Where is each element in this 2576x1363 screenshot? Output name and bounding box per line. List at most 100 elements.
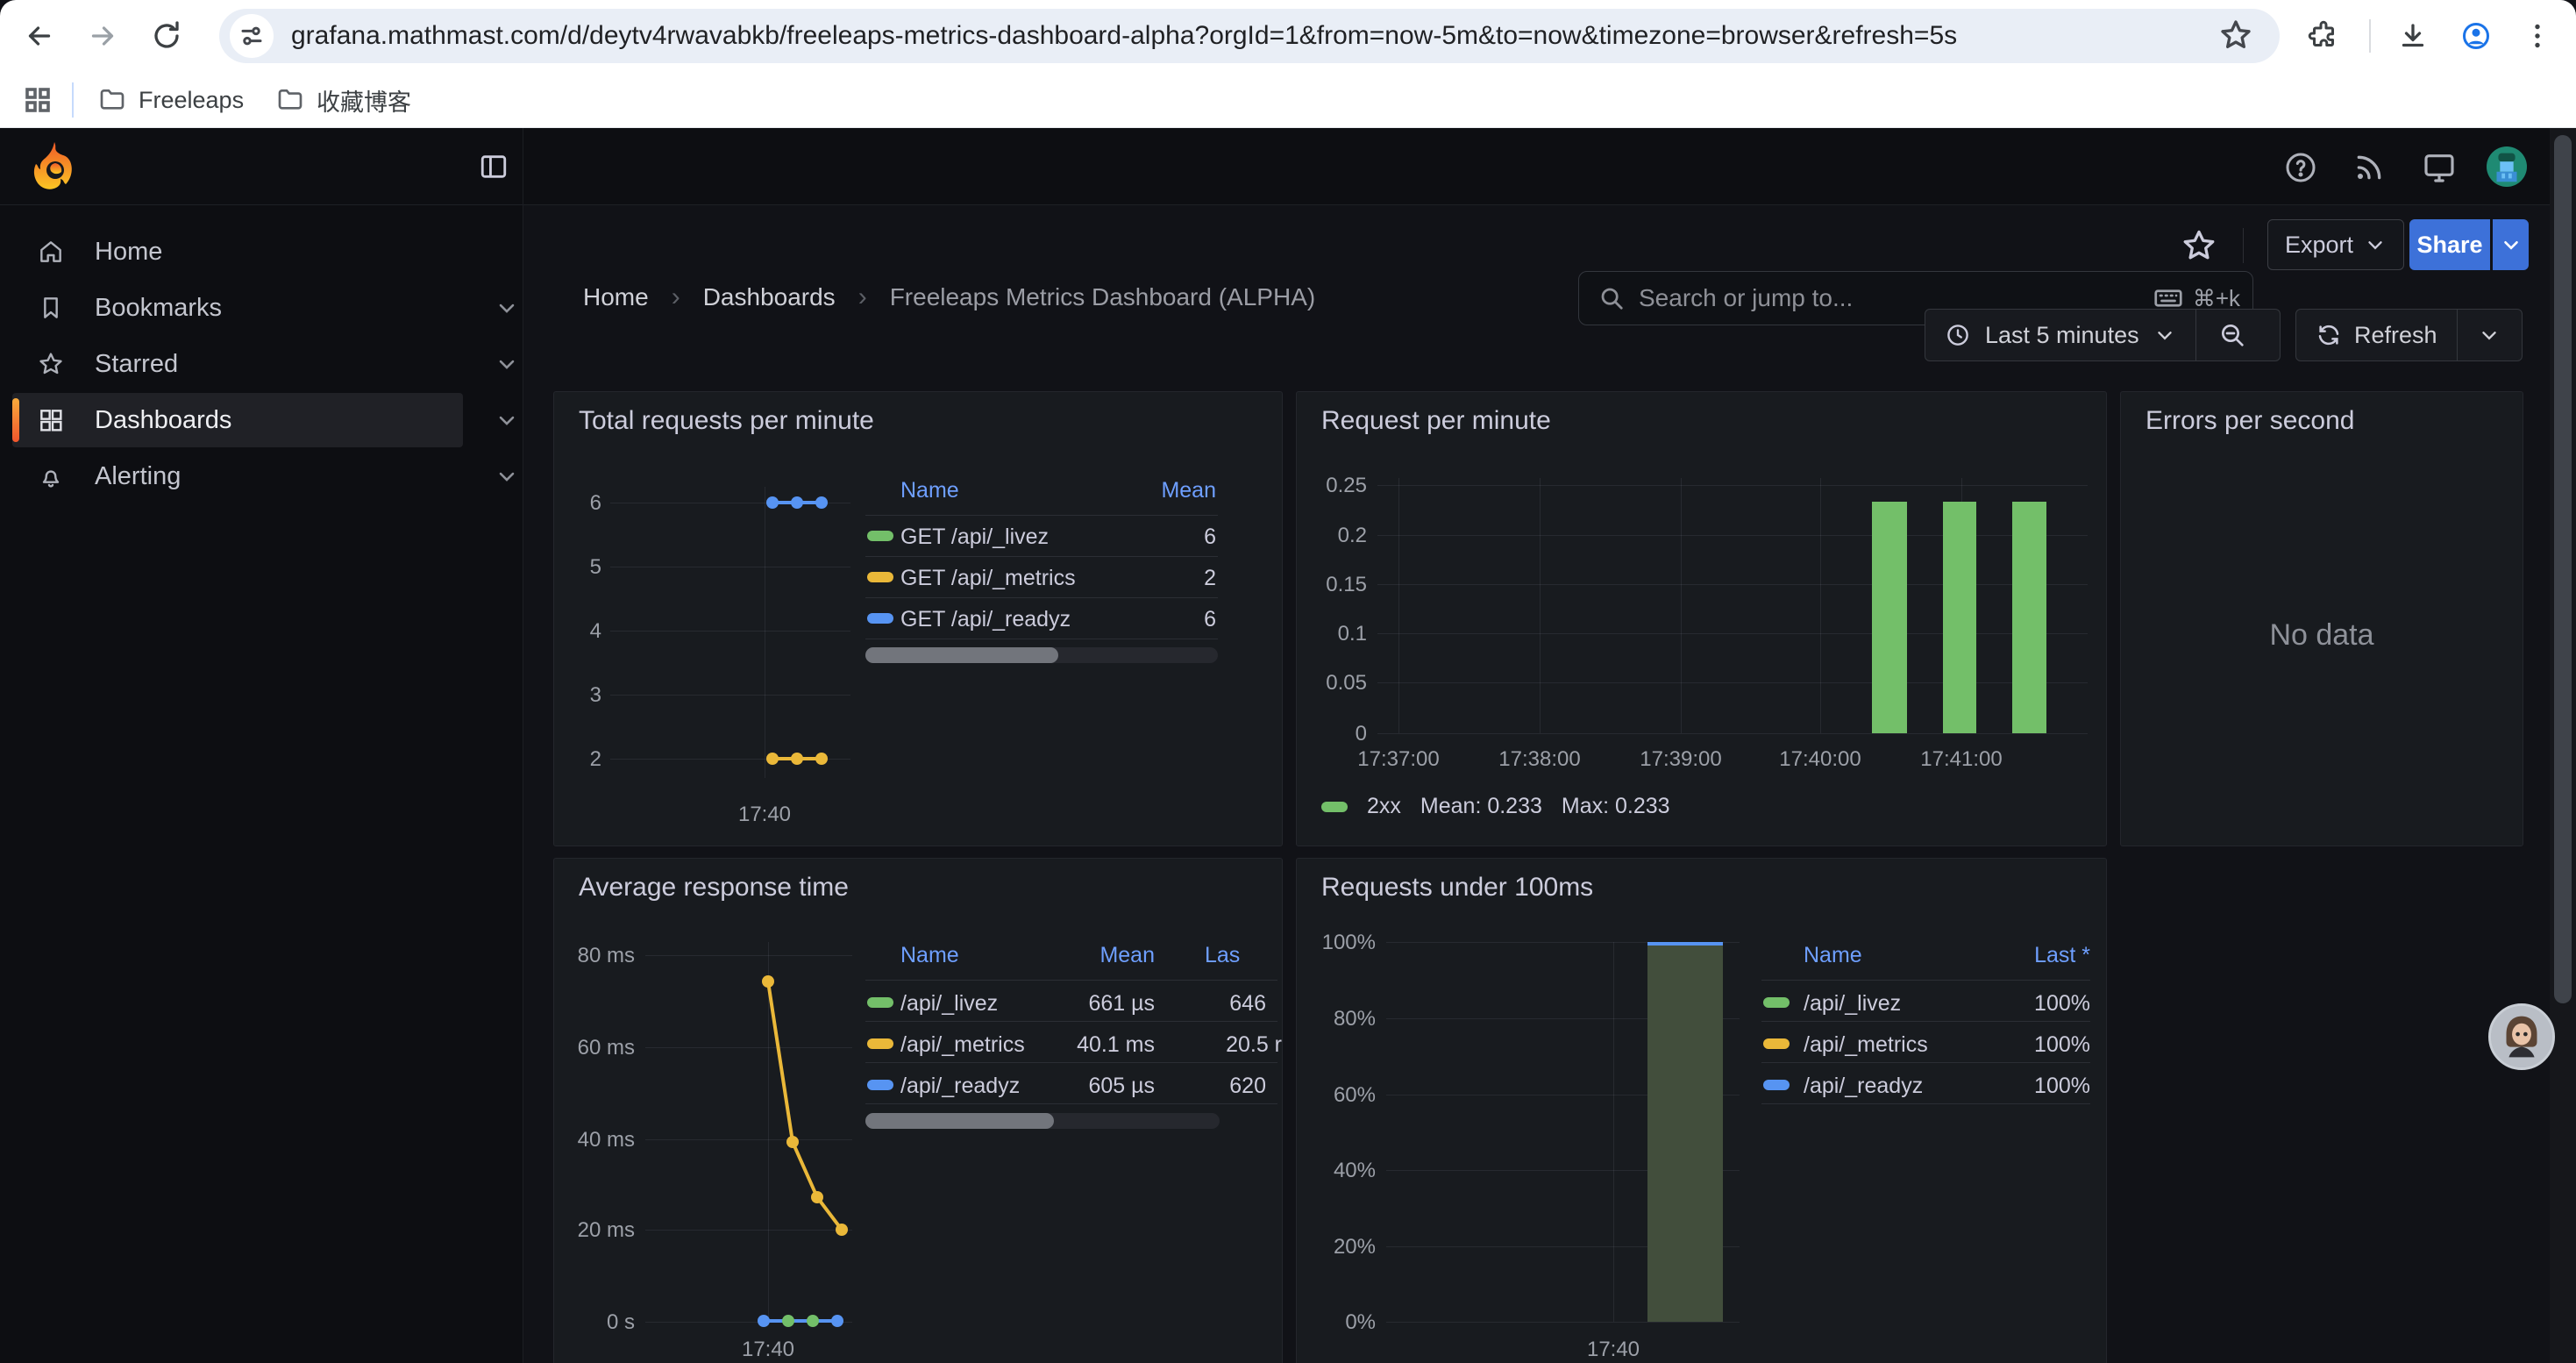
legend-header-mean[interactable]: Mean: [979, 943, 1155, 968]
back-icon[interactable]: [18, 14, 61, 58]
legend-pill[interactable]: [867, 997, 893, 1008]
breadcrumb-dashboards[interactable]: Dashboards: [703, 283, 836, 311]
bar-2xx[interactable]: [1943, 502, 1976, 733]
legend-value: 6: [865, 607, 1216, 632]
legend-header-name[interactable]: Name: [900, 943, 959, 968]
x-tick: 17:40: [721, 803, 808, 827]
legend-pill[interactable]: [867, 1038, 893, 1049]
url-bar[interactable]: grafana.mathmast.com/d/deytv4rwavabkb/fr…: [219, 9, 2280, 63]
data-point: [815, 753, 828, 765]
download-icon[interactable]: [2391, 14, 2435, 58]
x-tick: 17:40:00: [1750, 747, 1890, 772]
legend-series[interactable]: 2xx: [1367, 794, 1401, 819]
panel-title[interactable]: Total requests per minute: [579, 406, 874, 436]
apps-grid-icon[interactable]: [16, 78, 60, 122]
refresh-button[interactable]: Refresh: [2296, 322, 2457, 349]
panel-requests-under-100ms[interactable]: Requests under 100ms 100% 80% 60% 40% 20…: [1296, 858, 2107, 1363]
time-range-label: Last 5 minutes: [1985, 322, 2139, 349]
bookmark-folder-blogs[interactable]: 收藏博客: [276, 81, 411, 119]
legend-pill[interactable]: [1321, 802, 1348, 812]
y-tick: 3: [568, 683, 601, 708]
browser-menu-icon[interactable]: [2516, 14, 2559, 58]
breadcrumb-separator: ›: [858, 282, 867, 312]
legend-header-name[interactable]: Name: [1804, 943, 1862, 968]
user-avatar[interactable]: [2487, 146, 2527, 187]
panel-title[interactable]: Errors per second: [2145, 406, 2354, 436]
legend-name[interactable]: /api/_metrics: [1804, 1032, 1928, 1058]
news-rss-icon[interactable]: [2352, 150, 2387, 185]
panel-errors-per-second[interactable]: Errors per second No data: [2120, 391, 2523, 846]
chevron-down-icon[interactable]: [495, 352, 519, 376]
sidebar-item-dashboards[interactable]: Dashboards: [12, 393, 463, 447]
bar-2xx[interactable]: [1872, 502, 1907, 733]
share-menu-button[interactable]: [2493, 219, 2529, 270]
chevron-down-icon[interactable]: [495, 464, 519, 489]
time-range-picker[interactable]: Last 5 minutes: [1925, 322, 2195, 349]
sidebar-item-bookmarks[interactable]: Bookmarks: [12, 281, 463, 335]
page-scrollbar-thumb[interactable]: [2554, 135, 2572, 1003]
bookmark-star-icon[interactable]: [2218, 18, 2255, 54]
gridline-h: [1377, 733, 2088, 734]
legend-name[interactable]: /api/_livez: [1804, 991, 1901, 1017]
forward-icon[interactable]: [81, 14, 125, 58]
help-icon[interactable]: [2283, 150, 2318, 185]
url-text[interactable]: grafana.mathmast.com/d/deytv4rwavabkb/fr…: [291, 21, 1957, 51]
legend-pill[interactable]: [1763, 1038, 1790, 1049]
clock-icon: [1945, 322, 1971, 348]
refresh-interval-button[interactable]: [2458, 324, 2522, 346]
bookmark-folder-freeleaps[interactable]: Freeleaps: [98, 81, 244, 119]
legend-pill[interactable]: [1763, 1080, 1790, 1090]
chevron-down-icon[interactable]: [495, 408, 519, 432]
x-tick: 17:40: [724, 1338, 812, 1362]
sidebar-item-alerting[interactable]: Alerting: [12, 449, 463, 503]
refresh-controls: Refresh: [2295, 309, 2523, 361]
share-button[interactable]: Share: [2409, 219, 2490, 270]
legend-name[interactable]: /api/_readyz: [1804, 1074, 1923, 1099]
panel-total-requests[interactable]: Total requests per minute 6 5 4 3 2 17:4…: [553, 391, 1283, 846]
data-point: [766, 753, 779, 765]
screen: grafana.mathmast.com/d/deytv4rwavabkb/fr…: [0, 0, 2576, 1363]
bar-under-100ms[interactable]: [1647, 942, 1723, 1322]
data-point: [791, 753, 803, 765]
panel-avg-response-time[interactable]: Average response time 80 ms 60 ms 40 ms …: [553, 858, 1283, 1363]
export-button[interactable]: Export: [2267, 219, 2404, 270]
refresh-label: Refresh: [2354, 322, 2437, 349]
toolbar-divider: [2369, 19, 2371, 53]
reload-icon[interactable]: [145, 14, 189, 58]
panel-title[interactable]: Requests under 100ms: [1321, 873, 1593, 903]
sidebar-item-starred[interactable]: Starred: [12, 337, 463, 391]
grafana-logo[interactable]: [26, 139, 82, 195]
time-controls: Last 5 minutes: [1925, 309, 2281, 361]
gridline-v: [1398, 478, 1399, 733]
bookmarks-divider: [72, 82, 74, 118]
legend-scrollbar-thumb[interactable]: [865, 1113, 1054, 1129]
legend-pill[interactable]: [867, 1080, 893, 1090]
legend-header-mean[interactable]: Mean: [865, 478, 1216, 503]
legend-mean-value: 661 µs: [979, 991, 1155, 1017]
bar-2xx[interactable]: [2012, 502, 2046, 733]
sidebar-toggle-icon[interactable]: [479, 152, 509, 182]
y-tick: 0.05: [1306, 671, 1367, 696]
refresh-icon: [2316, 322, 2342, 348]
site-settings-icon[interactable]: [230, 14, 274, 58]
chevron-down-icon[interactable]: [495, 296, 519, 320]
y-tick: 6: [568, 491, 601, 516]
monitor-icon[interactable]: [2422, 150, 2457, 185]
legend-pill[interactable]: [1763, 997, 1790, 1008]
panel-title[interactable]: Request per minute: [1321, 406, 1551, 436]
extensions-icon[interactable]: [2302, 14, 2345, 58]
gridline-v: [1820, 478, 1821, 733]
floating-profile-avatar[interactable]: [2488, 1003, 2555, 1070]
legend-header-last[interactable]: Last *: [1915, 943, 2090, 968]
legend-header-last[interactable]: Las: [1205, 943, 1240, 968]
browser-profile-icon[interactable]: [2454, 14, 2498, 58]
breadcrumb-home[interactable]: Home: [583, 283, 649, 311]
favorite-dashboard-icon[interactable]: [2180, 226, 2218, 265]
data-point: [815, 496, 828, 509]
panel-request-per-minute[interactable]: Request per minute 0.25 0.2 0.15 0.1 0.0…: [1296, 391, 2107, 846]
legend-scrollbar-thumb[interactable]: [865, 647, 1058, 663]
bookmark-label: Freeleaps: [139, 87, 244, 114]
sidebar-item-home[interactable]: Home: [12, 225, 463, 279]
zoom-out-button[interactable]: [2196, 321, 2268, 349]
legend-separator: [865, 515, 1218, 516]
